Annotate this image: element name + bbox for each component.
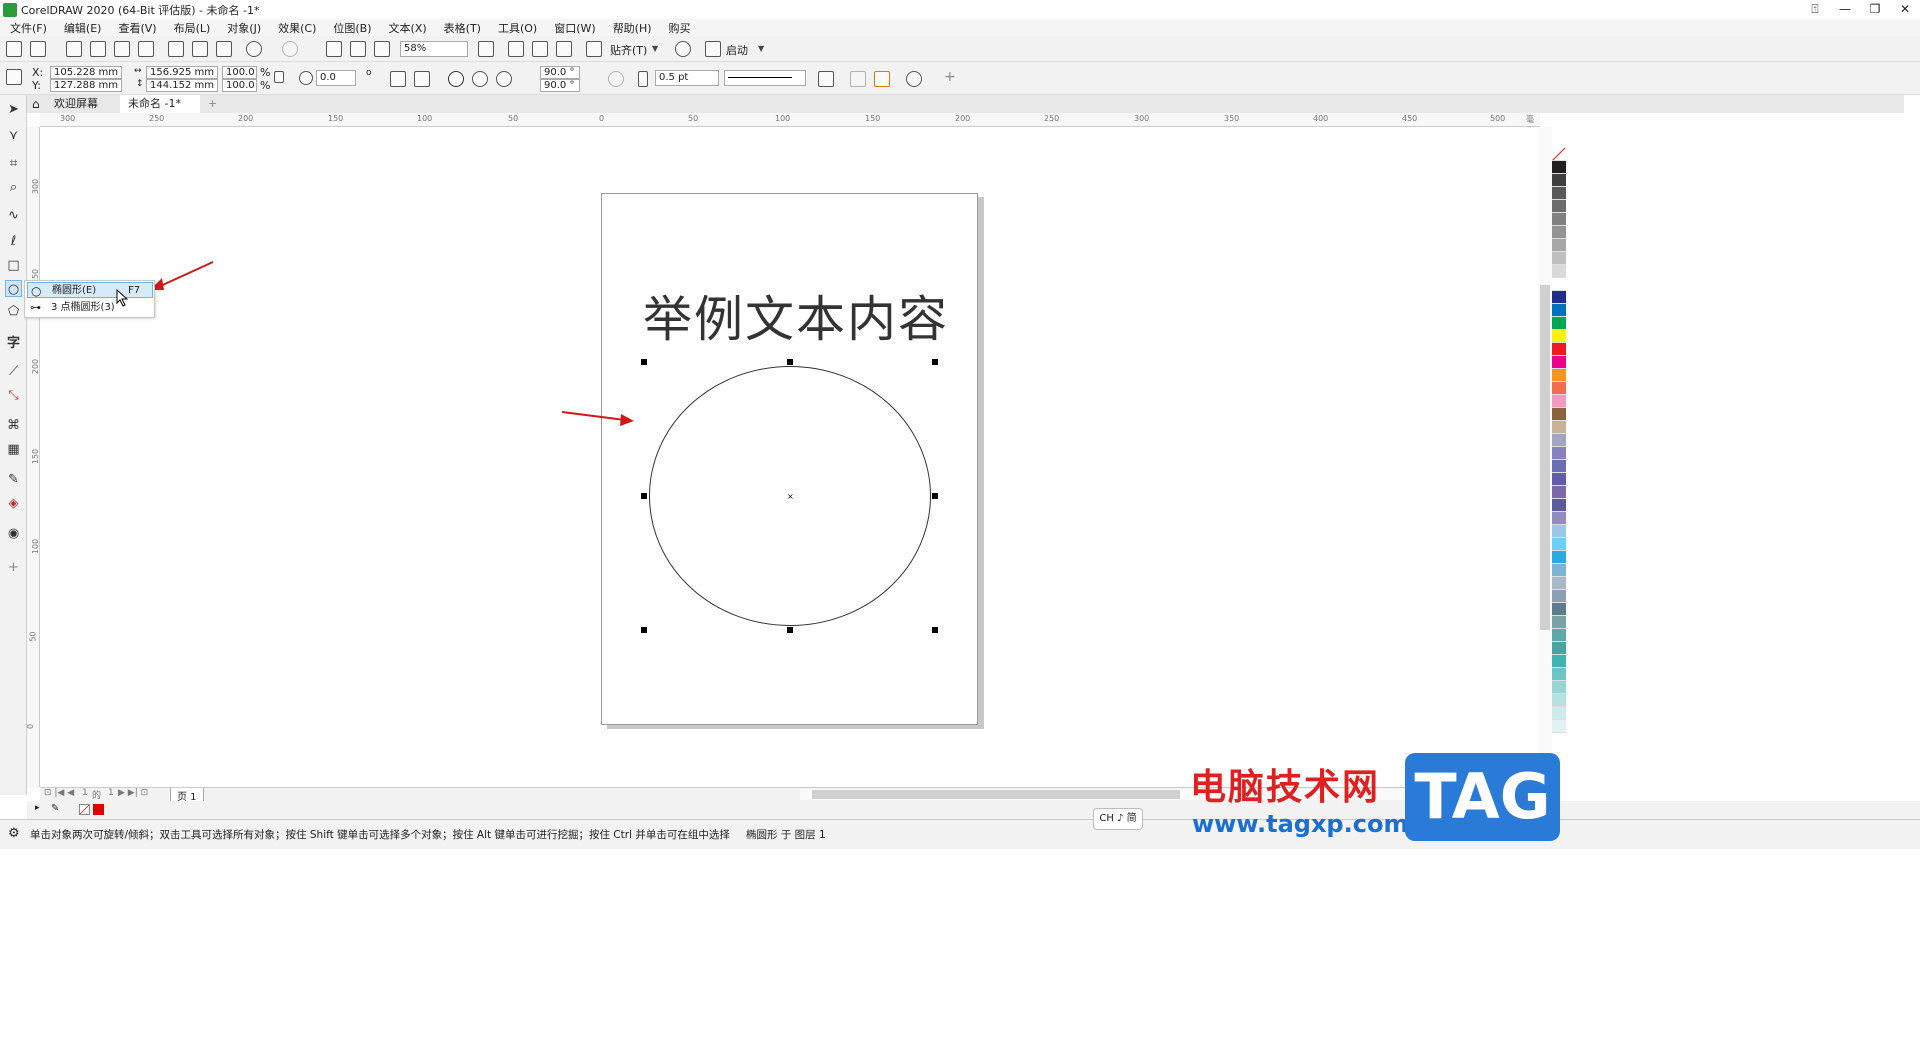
palette-swatch[interactable] [1552, 590, 1566, 603]
center-mark-icon: × [787, 492, 794, 501]
palette-swatch[interactable] [1552, 681, 1566, 694]
selection-handle[interactable] [641, 359, 647, 365]
selection-handle[interactable] [932, 493, 938, 499]
mouse-cursor-icon [116, 289, 129, 307]
palette-swatch[interactable] [1552, 694, 1566, 707]
vertical-scroll-thumb[interactable] [1540, 285, 1550, 630]
palette-swatch[interactable] [1552, 499, 1566, 512]
palette-swatch[interactable] [1552, 200, 1566, 213]
palette-swatch[interactable] [1552, 668, 1566, 681]
no-fill-swatch[interactable] [79, 804, 90, 815]
palette-swatch[interactable] [1552, 252, 1566, 265]
palette-swatch[interactable] [1552, 629, 1566, 642]
color-palette [1552, 148, 1567, 758]
palette-swatch[interactable] [1552, 564, 1566, 577]
selection-handle[interactable] [932, 627, 938, 633]
palette-swatch[interactable] [1552, 707, 1566, 720]
ime-indicator[interactable]: CH ♪ 简 [1093, 808, 1143, 830]
page-nav-buttons-icon[interactable]: ⊡ |◀ ◀ [44, 788, 74, 798]
palette-swatch[interactable] [1552, 447, 1566, 460]
watermark-url: www.tagxp.com [1192, 810, 1409, 838]
selection-handle[interactable] [641, 627, 647, 633]
flyout-label: 椭圆形(E) [52, 285, 97, 296]
red-arrow-2 [561, 411, 626, 421]
palette-swatch[interactable] [1552, 642, 1566, 655]
watermark-logo: TAG [1405, 753, 1560, 841]
selection-handle[interactable] [787, 359, 793, 365]
palette-swatch[interactable] [1552, 603, 1566, 616]
red-arrow-1 [155, 261, 214, 289]
palette-swatch[interactable] [1552, 343, 1566, 356]
palette-swatch[interactable] [1552, 616, 1566, 629]
palette-swatch[interactable] [1552, 239, 1566, 252]
palette-swatch[interactable] [1552, 356, 1566, 369]
palette-swatch[interactable] [1552, 291, 1566, 304]
gear-icon[interactable]: ⚙ [8, 826, 20, 841]
palette-swatch[interactable] [1552, 460, 1566, 473]
page-of: 的 [92, 791, 102, 801]
watermark-text: 电脑技术网 [1190, 767, 1381, 808]
palette-swatch[interactable] [1552, 148, 1566, 161]
selection-handle[interactable] [641, 493, 647, 499]
palette-swatch[interactable] [1552, 265, 1566, 278]
ellipse-tool-flyout: ○ 椭圆形(E) F7 ⊶ 3 点椭圆形(3) [24, 280, 155, 318]
palette-swatch[interactable] [1552, 330, 1566, 343]
canvas-overlay: × [150, 261, 931, 626]
palette-swatch[interactable] [1552, 525, 1566, 538]
document-palette-bar: ▸ ✎ [27, 801, 1920, 819]
palette-swatch[interactable] [1552, 226, 1566, 239]
palette-swatch[interactable] [1552, 395, 1566, 408]
flyout-item-ellipse[interactable]: ○ 椭圆形(E) F7 [27, 282, 153, 298]
flyout-item-3-point-ellipse[interactable]: ⊶ 3 点椭圆形(3) [27, 300, 153, 316]
palette-swatch[interactable] [1552, 161, 1566, 174]
palette-swatch[interactable] [1552, 382, 1566, 395]
red-swatch[interactable] [93, 804, 104, 815]
ellipse-icon: ○ [31, 284, 42, 298]
palette-swatch[interactable] [1552, 187, 1566, 200]
palette-swatch[interactable] [1552, 408, 1566, 421]
palette-swatch[interactable] [1552, 278, 1566, 291]
eyedropper-small-icon[interactable]: ✎ [51, 803, 59, 814]
flyout-label: 3 点椭圆形(3) [51, 302, 115, 313]
status-hint-text: 单击对象两次可旋转/倾斜；双击工具可选择所有对象；按住 Shift 键单击可选择… [30, 829, 730, 841]
palette-swatch[interactable] [1552, 213, 1566, 226]
palette-swatch[interactable] [1552, 174, 1566, 187]
palette-swatch[interactable] [1552, 551, 1566, 564]
page-current: 1 [82, 788, 88, 798]
palette-swatch[interactable] [1552, 369, 1566, 382]
palette-swatch[interactable] [1552, 434, 1566, 447]
palette-swatch[interactable] [1552, 512, 1566, 525]
palette-swatch[interactable] [1552, 538, 1566, 551]
palette-swatch[interactable] [1552, 317, 1566, 330]
palette-swatch[interactable] [1552, 655, 1566, 668]
palette-swatch[interactable] [1552, 421, 1566, 434]
3-point-ellipse-icon: ⊶ [30, 301, 41, 314]
selection-handle[interactable] [932, 359, 938, 365]
palette-swatch[interactable] [1552, 720, 1566, 733]
status-layer-info: 椭圆形 于 图层 1 [746, 829, 826, 841]
horizontal-scroll-thumb[interactable] [812, 790, 1180, 799]
selection-handle[interactable] [787, 627, 793, 633]
palette-swatch[interactable] [1552, 473, 1566, 486]
red-arrow-2-head [620, 414, 634, 426]
page-total: 1 [108, 788, 114, 798]
page-nav-next-icon[interactable]: ▶ ▶| ⊡ [118, 788, 148, 798]
palette-swatch[interactable] [1552, 486, 1566, 499]
palette-swatch[interactable] [1552, 304, 1566, 317]
palette-swatch[interactable] [1552, 577, 1566, 590]
palette-arrow-icon[interactable]: ▸ [35, 803, 40, 813]
